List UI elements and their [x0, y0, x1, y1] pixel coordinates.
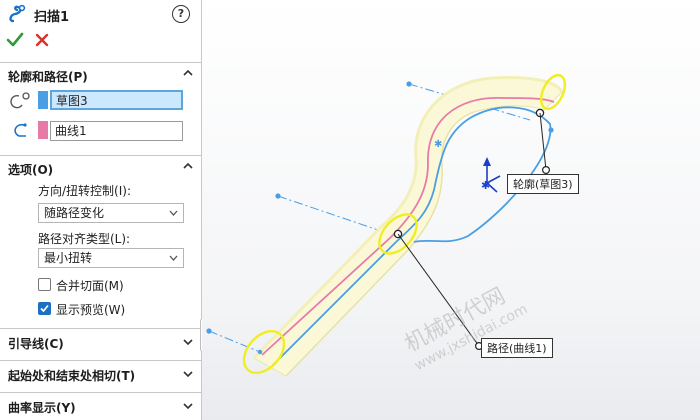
merge-tangent-checkbox[interactable] — [38, 278, 51, 291]
orientation-select[interactable]: 随路径变化 — [38, 203, 184, 223]
close-icon — [35, 33, 49, 47]
check-icon — [6, 32, 24, 47]
path-selector-icon — [14, 123, 27, 137]
chevron-down-icon — [183, 371, 193, 378]
chevron-down-icon — [183, 403, 193, 410]
section-options-label: 选项(O) — [8, 163, 54, 177]
section-guide-curves-header[interactable]: 引导线(C) — [0, 328, 202, 354]
ok-button[interactable] — [6, 31, 24, 52]
chevron-down-icon — [169, 210, 178, 216]
svg-text:✱: ✱ — [434, 139, 442, 150]
show-preview-checkbox[interactable] — [38, 302, 51, 315]
section-tangency-label: 起始处和结束处相切(T) — [8, 369, 136, 383]
path-callout[interactable]: 路径(曲线1) — [481, 338, 553, 358]
profile-color-swatch — [38, 91, 48, 109]
section-curvature-label: 曲率显示(Y) — [8, 401, 76, 415]
svg-text:✱: ✱ — [481, 179, 490, 192]
section-curvature-header[interactable]: 曲率显示(Y) — [0, 392, 202, 420]
graphics-viewport[interactable]: ✱ ✱ 轮廓(草图3) 路径(曲线1) 机械时代网 www.jxshidai.c… — [202, 0, 700, 420]
reference-triad-icon: ✱ — [481, 157, 501, 193]
section-profile-path-header[interactable]: 轮廓和路径(P) — [0, 62, 202, 86]
alignment-select[interactable]: 最小扭转 — [38, 248, 184, 268]
path-color-swatch — [38, 121, 48, 139]
alignment-label: 路径对齐类型(L): — [38, 232, 131, 246]
chevron-up-icon — [183, 69, 193, 76]
feature-title: 扫描1 — [34, 10, 70, 25]
chevron-down-icon — [183, 339, 193, 346]
orientation-value: 随路径变化 — [44, 206, 105, 220]
profile-selector-icon — [10, 92, 30, 109]
section-guide-curves-label: 引导线(C) — [8, 337, 64, 351]
section-profile-path-label: 轮廓和路径(P) — [8, 70, 88, 84]
profile-selection-field[interactable]: 草图3 — [50, 90, 183, 110]
pm-header: 扫描1 ? — [0, 0, 202, 28]
help-icon[interactable]: ? — [172, 5, 190, 23]
merge-tangent-label: 合并切面(M) — [56, 279, 124, 293]
orientation-label: 方向/扭转控制(I): — [38, 184, 131, 198]
show-preview-label: 显示预览(W) — [56, 303, 126, 317]
sweep-feature-icon — [9, 4, 26, 23]
path-selection-field[interactable]: 曲线1 — [50, 121, 183, 141]
section-options-header[interactable]: 选项(O) — [0, 155, 202, 179]
chevron-down-icon — [169, 255, 178, 261]
alignment-value: 最小扭转 — [44, 251, 93, 265]
section-tangency-header[interactable]: 起始处和结束处相切(T) — [0, 360, 202, 386]
property-manager-panel: 扫描1 ? 轮廓和路径(P) 草图3 曲线1 选项(O) 方向/扭转控制(I):… — [0, 0, 202, 420]
chevron-up-icon — [183, 162, 193, 169]
cancel-button[interactable] — [34, 31, 50, 52]
checkmark-icon — [40, 304, 49, 313]
profile-callout[interactable]: 轮廓(草图3) — [507, 174, 579, 194]
